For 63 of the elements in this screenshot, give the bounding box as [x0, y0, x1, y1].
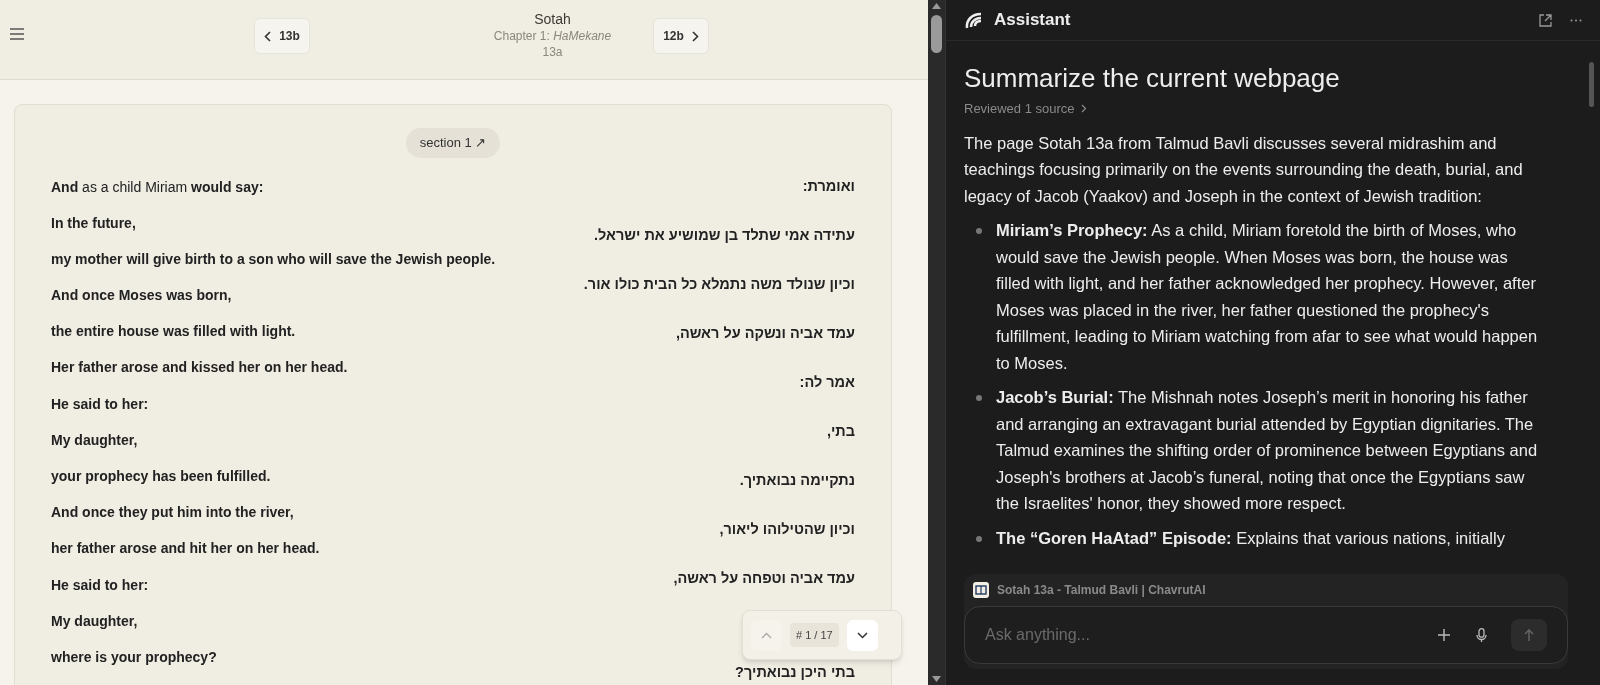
- translation-line: My daughter,: [51, 611, 138, 631]
- scrollbar-thumb[interactable]: [1589, 62, 1594, 107]
- bullet-icon: [976, 228, 982, 234]
- next-segment-button[interactable]: [846, 619, 878, 651]
- more-icon[interactable]: [1570, 18, 1582, 22]
- hebrew-line: ואומרת:: [802, 176, 855, 195]
- hebrew-line: עתידה אמי שתלד בן שמושיע את ישראל.: [594, 225, 855, 244]
- message-input[interactable]: Ask anything...: [985, 623, 1438, 647]
- bullet-text: Jacob’s Burial: The Mishnah notes Joseph’s merit in honoring his father and arranging an extravagant burial attended by Egyptian dignitaries. The Talmud examines the shifting order of prominence between Egyptians and Joseph's brothers at Jacob’s funeral, noting that once the Egyptians saw the Israelites' honor, they showed more respect.: [996, 387, 1539, 514]
- hebrew-line: בתי,: [826, 421, 855, 440]
- response-heading: Summarize the current webpage: [964, 62, 1341, 95]
- scroll-up-icon[interactable]: [932, 3, 941, 9]
- plus-icon[interactable]: [1438, 629, 1450, 641]
- chevron-left-icon: [264, 30, 272, 42]
- translation-line: the entire house was filled with light.: [51, 322, 296, 342]
- translation-line: my mother will give birth to a son who will save the Jewish people.: [51, 249, 496, 269]
- next-page-button[interactable]: 12b: [653, 18, 709, 54]
- translation-line: where is your prophecy?: [51, 647, 217, 667]
- open-external-icon[interactable]: [1539, 13, 1552, 27]
- arrow-up-icon: [1524, 629, 1534, 641]
- translation-line: And once Moses was born,: [51, 286, 232, 306]
- translation-line: Her father arose and kissed her on her head.: [51, 358, 348, 378]
- hebrew-line: בתי היכן נבואתיך?: [735, 662, 855, 681]
- section-link[interactable]: section 1 ↗: [405, 128, 501, 158]
- translation-line: And as a child Miriam would say:: [51, 177, 264, 197]
- scrollbar-thumb[interactable]: [931, 15, 942, 53]
- bullet-text: Miriam’s Prophecy: As a child, Miriam foretold the birth of Moses, who would save the Jewish people. When Moses was born, the house was filled with light, and her father acknowledged her prophecy. However, after Moses was placed in the river, her father questioned the prophecy's fulfillment, leading to Miriam watching from afar to see what would happen to Moses.: [996, 220, 1539, 374]
- previous-page-button[interactable]: 13b: [254, 18, 310, 54]
- logo-icon: [964, 11, 984, 29]
- message-box[interactable]: Ask anything...: [964, 606, 1568, 664]
- chevron-right-icon: [691, 30, 699, 42]
- translation-line: And once they put him into the river,: [51, 503, 294, 523]
- translation-line: In the future,: [51, 213, 136, 233]
- segment-counter: # 1 / 17: [790, 623, 839, 647]
- translation-line: He said to her:: [51, 575, 149, 595]
- book-icon: [973, 582, 989, 598]
- panel-title: Assistant: [994, 9, 1071, 32]
- bullet-icon: [976, 535, 982, 542]
- page-context-label: Sotah 13a - Talmud Bavli | ChavrutAI: [997, 582, 1206, 599]
- scrollbar[interactable]: [928, 0, 945, 685]
- translation-line: He said to her:: [51, 394, 149, 414]
- hebrew-line: עמד אביה וטפחה על ראשה,: [673, 568, 855, 587]
- chapter-label: Chapter 1: HaMekane: [493, 28, 612, 44]
- hebrew-line: עמד אביה ונשקה על ראשה,: [675, 323, 855, 342]
- hebrew-line: וכיון שהטילוהו ליאור,: [719, 519, 855, 538]
- translation-line: her father arose and hit her on her head.: [51, 539, 320, 559]
- hebrew-line: אמר לה:: [799, 372, 855, 391]
- book-title: Sotah: [534, 10, 571, 28]
- scroll-down-icon[interactable]: [932, 676, 941, 682]
- bullet-text: The “Goren HaAtad” Episode: Explains that various nations, initially: [996, 527, 1505, 549]
- summary-paragraph: The page Sotah 13a from Talmud Bavli discusses several midrashim and teachings focusing primarily on the events surrounding the death, burial, and legacy of Jacob (Yaakov) and Joseph in the context of Jewish tradition:: [964, 132, 1524, 207]
- hebrew-line: נתקיימה נבואתיך.: [739, 470, 855, 489]
- microphone-icon[interactable]: [1476, 627, 1487, 643]
- page-label: 13a: [542, 44, 563, 60]
- sources-link[interactable]: Reviewed 1 source: [964, 99, 1087, 119]
- chevron-right-icon: [1080, 104, 1087, 114]
- translation-line: your prophecy has been fulfilled.: [51, 467, 271, 486]
- chevron-up-icon: [761, 631, 772, 639]
- menu-icon[interactable]: [10, 28, 24, 40]
- chevron-down-icon: [856, 631, 868, 639]
- translation-line: My daughter,: [51, 430, 138, 450]
- bullet-icon: [976, 395, 982, 401]
- hebrew-line: וכיון שנולד משה נתמלא כל הבית כולו אור.: [583, 274, 855, 293]
